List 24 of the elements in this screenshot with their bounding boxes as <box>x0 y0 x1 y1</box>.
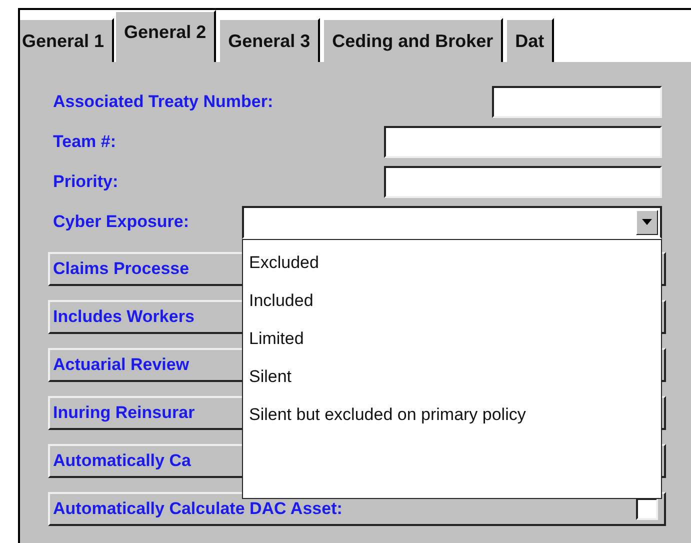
text-field[interactable] <box>384 126 662 158</box>
tab[interactable]: General 3 <box>218 18 320 62</box>
field-label: Team #: <box>52 132 116 152</box>
dropdown-option[interactable]: Excluded <box>243 244 661 282</box>
tab[interactable]: Ceding and Broker <box>322 18 504 62</box>
field-label: Cyber Exposure: <box>52 212 190 232</box>
dropdown-option[interactable]: Silent but excluded on primary policy <box>243 396 661 434</box>
tab[interactable]: Dat <box>505 18 554 62</box>
field-label: Automatically Calculate DAC Asset: <box>53 499 342 519</box>
field-label: Associated Treaty Number: <box>52 92 274 112</box>
dropdown-option[interactable]: Silent <box>243 358 661 396</box>
field-label: Actuarial Review <box>53 355 190 375</box>
field-label: Includes Workers <box>53 307 194 327</box>
tab[interactable]: General 2 <box>114 10 216 62</box>
field-label: Claims Processe <box>53 259 190 279</box>
checkbox[interactable] <box>636 498 658 520</box>
tab[interactable]: General 1 <box>20 18 114 62</box>
text-field[interactable] <box>492 86 662 118</box>
field-label: Inuring Reinsurar <box>53 403 195 423</box>
dropdown-option[interactable]: Limited <box>243 320 661 358</box>
field-label: Automatically Ca <box>53 451 191 471</box>
dropdown-option[interactable]: Included <box>243 282 661 320</box>
text-field[interactable] <box>384 166 662 198</box>
field-label: Priority: <box>52 172 118 192</box>
